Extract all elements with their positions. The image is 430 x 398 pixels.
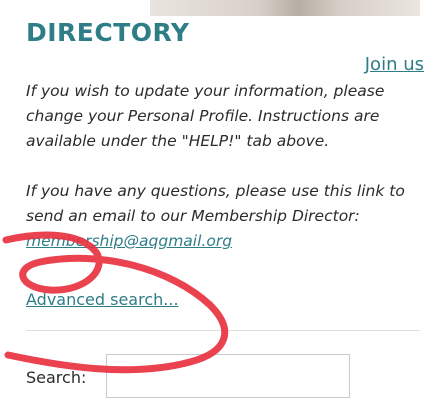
join-us-link[interactable]: Join us bbox=[365, 54, 424, 75]
questions-prefix: If you have any questions, please use th… bbox=[26, 182, 405, 225]
header-photo bbox=[150, 0, 420, 16]
search-label: Search: bbox=[26, 368, 87, 387]
membership-email-link[interactable]: membership@aqgmail.org bbox=[26, 232, 232, 250]
questions-text: If you have any questions, please use th… bbox=[26, 179, 418, 254]
search-input[interactable] bbox=[106, 354, 350, 398]
advanced-search-link[interactable]: Advanced search... bbox=[26, 290, 179, 309]
update-info-text: If you wish to update your information, … bbox=[26, 82, 385, 150]
page-title: DIRECTORY bbox=[26, 18, 190, 47]
divider bbox=[26, 330, 420, 331]
